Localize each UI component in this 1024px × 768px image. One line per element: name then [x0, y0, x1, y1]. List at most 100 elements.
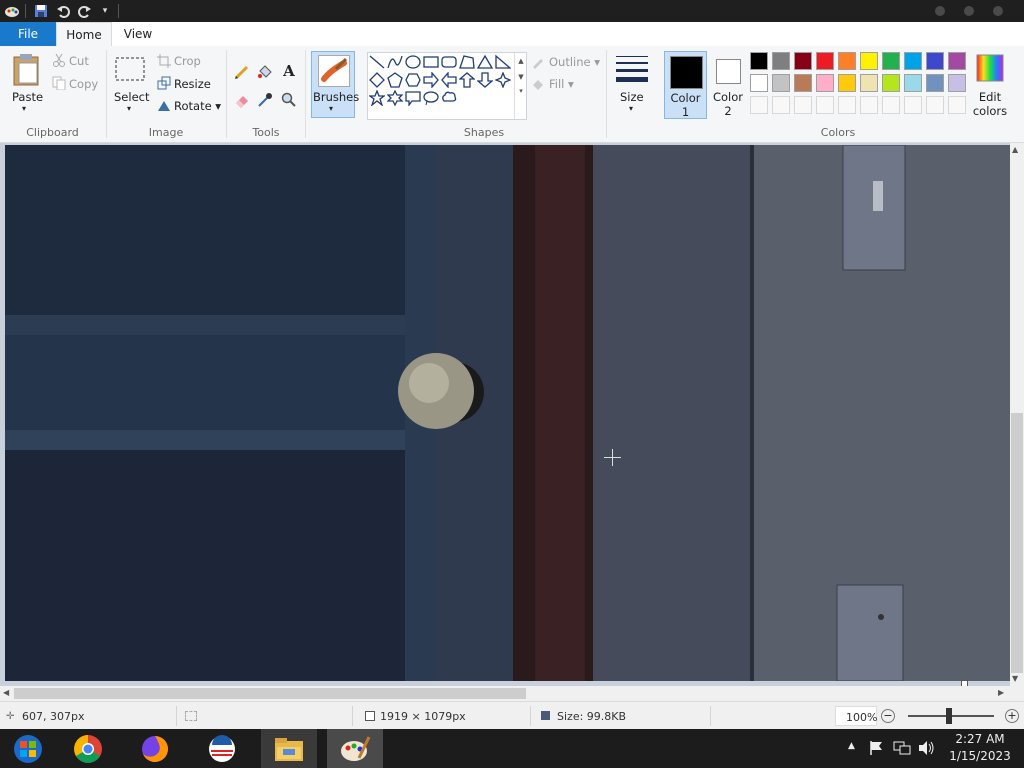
clock-time[interactable]: 2:27 AM [955, 732, 1005, 746]
palette-swatch[interactable] [882, 52, 900, 70]
polygon-shape[interactable] [458, 53, 476, 71]
edit-colors-button[interactable]: Edit colors [972, 90, 1008, 118]
maximize-button[interactable] [964, 6, 974, 16]
shapes-gallery-scroll[interactable]: ▲ ▼ ▾ [514, 53, 527, 119]
custom-color-slot[interactable] [904, 96, 922, 114]
save-icon[interactable] [33, 3, 49, 19]
canvas-image[interactable] [5, 145, 1010, 681]
paste-button[interactable]: Paste [12, 90, 43, 104]
up-arrow-shape[interactable] [458, 71, 476, 89]
cut-icon[interactable] [52, 53, 66, 67]
fill-icon[interactable] [531, 77, 545, 91]
copy-button[interactable]: Copy [69, 77, 98, 91]
tab-view[interactable]: View [112, 22, 164, 46]
hexagon-shape[interactable] [404, 71, 422, 89]
curve-shape[interactable] [386, 53, 404, 71]
vertical-scroll-thumb[interactable] [1011, 413, 1023, 673]
cut-button[interactable]: Cut [69, 54, 89, 68]
select-button[interactable]: Select [114, 90, 149, 104]
palette-swatch[interactable] [926, 74, 944, 92]
size-dropdown-icon[interactable]: ▾ [629, 104, 633, 113]
tab-file[interactable]: File [0, 22, 56, 46]
custom-color-slot[interactable] [816, 96, 834, 114]
clock-date[interactable]: 1/15/2023 [948, 749, 1012, 763]
fill-bucket-icon[interactable] [257, 64, 273, 80]
chrome-icon[interactable] [60, 729, 116, 768]
redo-icon[interactable] [77, 3, 93, 19]
outline-button[interactable]: Outline ▾ [549, 55, 600, 69]
size-button[interactable]: Size [620, 90, 644, 104]
outline-icon[interactable] [531, 55, 545, 69]
customize-quick-access-icon[interactable]: ▾ [97, 3, 113, 19]
canvas-area[interactable] [0, 143, 1010, 687]
copy-icon[interactable] [52, 76, 66, 90]
brushes-button[interactable]: Brushes ▾ [311, 51, 359, 118]
color2-button[interactable]: Color 2 [708, 51, 748, 119]
custom-color-slot[interactable] [860, 96, 878, 114]
volume-icon[interactable] [918, 740, 936, 759]
size-icon[interactable] [614, 54, 650, 84]
edit-colors-icon[interactable] [976, 54, 1004, 82]
select-dropdown-icon[interactable]: ▾ [127, 104, 131, 113]
scroll-right-arrow-icon[interactable]: ▶ [998, 688, 1004, 697]
four-point-star-shape[interactable] [494, 71, 512, 89]
tab-home[interactable]: Home [56, 22, 112, 46]
show-hidden-icons-icon[interactable]: ▲ [848, 741, 855, 751]
palette-swatch[interactable] [904, 52, 922, 70]
rect-callout-shape[interactable] [404, 89, 422, 107]
custom-color-slot[interactable] [948, 96, 966, 114]
custom-color-slot[interactable] [926, 96, 944, 114]
zoom-slider-thumb[interactable] [946, 708, 952, 724]
six-point-star-shape[interactable] [386, 89, 404, 107]
custom-color-slot[interactable] [772, 96, 790, 114]
zoom-in-button[interactable]: + [1005, 709, 1019, 723]
down-arrow-shape[interactable] [476, 71, 494, 89]
custom-color-slot[interactable] [838, 96, 856, 114]
file-explorer-icon[interactable] [261, 729, 317, 768]
right-triangle-shape[interactable] [494, 53, 512, 71]
palette-swatch[interactable] [794, 52, 812, 70]
paste-icon[interactable] [10, 52, 42, 88]
undo-icon[interactable] [55, 3, 71, 19]
oval-shape[interactable] [404, 53, 422, 71]
scroll-down-arrow-icon[interactable]: ▼ [1012, 674, 1018, 683]
five-point-star-shape[interactable] [368, 89, 386, 107]
firefox-icon[interactable] [127, 729, 183, 768]
vertical-scrollbar[interactable]: ▲ ▼ [1010, 143, 1024, 686]
oval-callout-shape[interactable] [422, 89, 440, 107]
pencil-icon[interactable] [234, 64, 250, 80]
network-icon[interactable] [893, 740, 911, 759]
scroll-left-arrow-icon[interactable]: ◀ [3, 688, 9, 697]
palette-swatch[interactable] [948, 74, 966, 92]
palette-swatch[interactable] [816, 74, 834, 92]
palette-swatch[interactable] [816, 52, 834, 70]
pentagon-shape[interactable] [386, 71, 404, 89]
palette-swatch[interactable] [860, 52, 878, 70]
text-icon[interactable]: A [281, 62, 297, 80]
fill-button[interactable]: Fill ▾ [549, 77, 574, 91]
rectangle-shape[interactable] [422, 53, 440, 71]
custom-color-slot[interactable] [882, 96, 900, 114]
flag-icon[interactable] [868, 740, 884, 759]
palette-swatch[interactable] [750, 74, 768, 92]
close-button[interactable] [993, 6, 1003, 16]
color1-button[interactable]: Color 1 [664, 51, 707, 119]
minimize-button[interactable] [935, 6, 945, 16]
palette-swatch[interactable] [772, 74, 790, 92]
cloud-callout-shape[interactable] [440, 89, 458, 107]
palette-swatch[interactable] [904, 74, 922, 92]
resize-button[interactable]: Resize [174, 77, 211, 91]
start-button[interactable] [0, 729, 56, 768]
crop-icon[interactable] [157, 54, 171, 68]
palette-swatch[interactable] [794, 74, 812, 92]
palette-swatch[interactable] [860, 74, 878, 92]
color-picker-icon[interactable] [257, 92, 273, 108]
triangle-shape[interactable] [476, 53, 494, 71]
horizontal-scrollbar[interactable]: ◀ ▶ [0, 686, 1010, 701]
palette-swatch[interactable] [948, 52, 966, 70]
rotate-button[interactable]: Rotate ▾ [174, 99, 221, 113]
select-icon[interactable] [114, 56, 146, 82]
custom-color-slot[interactable] [750, 96, 768, 114]
line-shape[interactable] [368, 53, 386, 71]
custom-color-slot[interactable] [794, 96, 812, 114]
